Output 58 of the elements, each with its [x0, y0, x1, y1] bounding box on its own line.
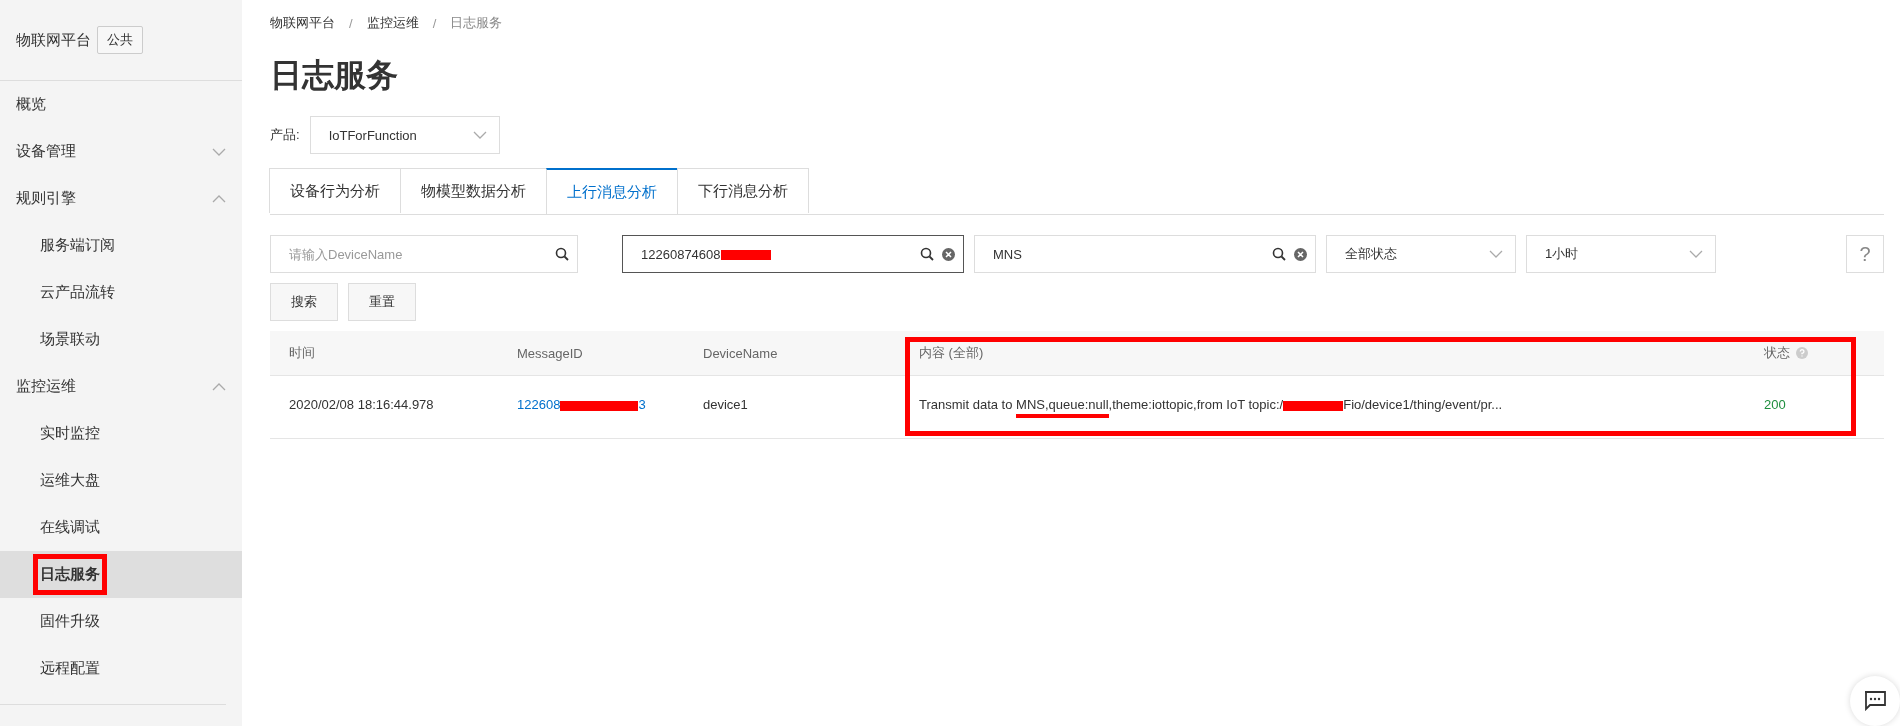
sidebar-subitem[interactable]: 云产品流转	[0, 269, 242, 316]
column-header: MessageID	[517, 345, 584, 361]
platform-title: 物联网平台	[16, 30, 91, 50]
region-tag: 公共	[97, 26, 143, 54]
chevron-up-icon	[212, 382, 226, 391]
help-button[interactable]: ?	[1846, 235, 1884, 273]
status-select[interactable]: 全部状态	[1326, 235, 1516, 273]
sidebar-item[interactable]: 概览	[0, 81, 242, 128]
tab[interactable]: 设备行为分析	[269, 168, 401, 213]
sidebar-subitem[interactable]: 运维大盘	[0, 457, 242, 504]
page-title: 日志服务	[270, 56, 399, 95]
table-cell-text: device1	[703, 396, 748, 414]
column-header: 状态	[1764, 344, 1884, 362]
sidebar-subitem[interactable]: 在线调试	[0, 504, 242, 551]
breadcrumb-separator: /	[432, 15, 437, 31]
sidebar-subitem[interactable]: 实时监控	[0, 410, 242, 457]
tab[interactable]: 下行消息分析	[677, 168, 809, 213]
clear-icon[interactable]	[1294, 247, 1307, 261]
table-cell: Transmit data to MNS,queue:null,theme:iottopic,from IoT topic:/ Fio/device1/thing/event/pr...	[919, 392, 1503, 422]
sidebar-subitem[interactable]: 远程配置	[0, 645, 242, 692]
message-id-link[interactable]: 122608 3	[517, 392, 646, 422]
clear-icon[interactable]	[942, 247, 955, 261]
tab[interactable]: 上行消息分析	[546, 168, 678, 214]
column-header: 内容 (全部)	[919, 344, 985, 362]
sidebar-subitem[interactable]: 日志服务	[0, 551, 242, 598]
sidebar-subitem[interactable]: 固件升级	[0, 598, 242, 645]
column-header: DeviceName	[703, 345, 779, 361]
chevron-down-icon	[1489, 250, 1503, 258]
sidebar-item[interactable]: 规则引擎	[0, 175, 242, 222]
column-header: 时间	[289, 344, 316, 362]
sidebar-subitem[interactable]: 场景联动	[0, 316, 242, 363]
breadcrumb-link[interactable]: 监控运维	[366, 14, 419, 32]
redaction-mark	[1283, 400, 1344, 411]
time-range-select[interactable]: 1小时	[1526, 235, 1716, 273]
sidebar-subitem[interactable]: 服务端订阅	[0, 222, 242, 269]
chevron-down-icon	[472, 131, 487, 139]
search-icon[interactable]	[555, 247, 569, 261]
message-id-field[interactable]: 12260874608	[622, 235, 964, 273]
product-select[interactable]: IoTForFunction	[309, 116, 500, 154]
breadcrumb-link[interactable]: 物联网平台	[270, 14, 335, 32]
chevron-up-icon	[212, 194, 226, 203]
chat-icon	[1864, 691, 1886, 711]
chat-button[interactable]	[1850, 676, 1900, 726]
sidebar-item[interactable]: 设备管理	[0, 128, 242, 175]
search-button[interactable]: 搜索	[270, 283, 338, 321]
device-name-field[interactable]: 请输入DeviceName	[270, 235, 578, 273]
content-field[interactable]: MNS	[974, 235, 1316, 273]
sidebar-item[interactable]: 监控运维	[0, 363, 242, 410]
help-icon	[1796, 347, 1808, 359]
chevron-down-icon	[1689, 250, 1703, 258]
chevron-down-icon	[212, 147, 226, 156]
product-label: 产品:	[270, 126, 300, 144]
table-cell-text: 2020/02/08 18:16:44.978	[289, 396, 434, 414]
search-icon[interactable]	[1272, 247, 1286, 261]
breadcrumb-separator: /	[349, 15, 353, 31]
table-cell-text: 200	[1764, 396, 1786, 414]
reset-button[interactable]: 重置	[348, 283, 416, 321]
search-icon[interactable]	[920, 247, 934, 261]
